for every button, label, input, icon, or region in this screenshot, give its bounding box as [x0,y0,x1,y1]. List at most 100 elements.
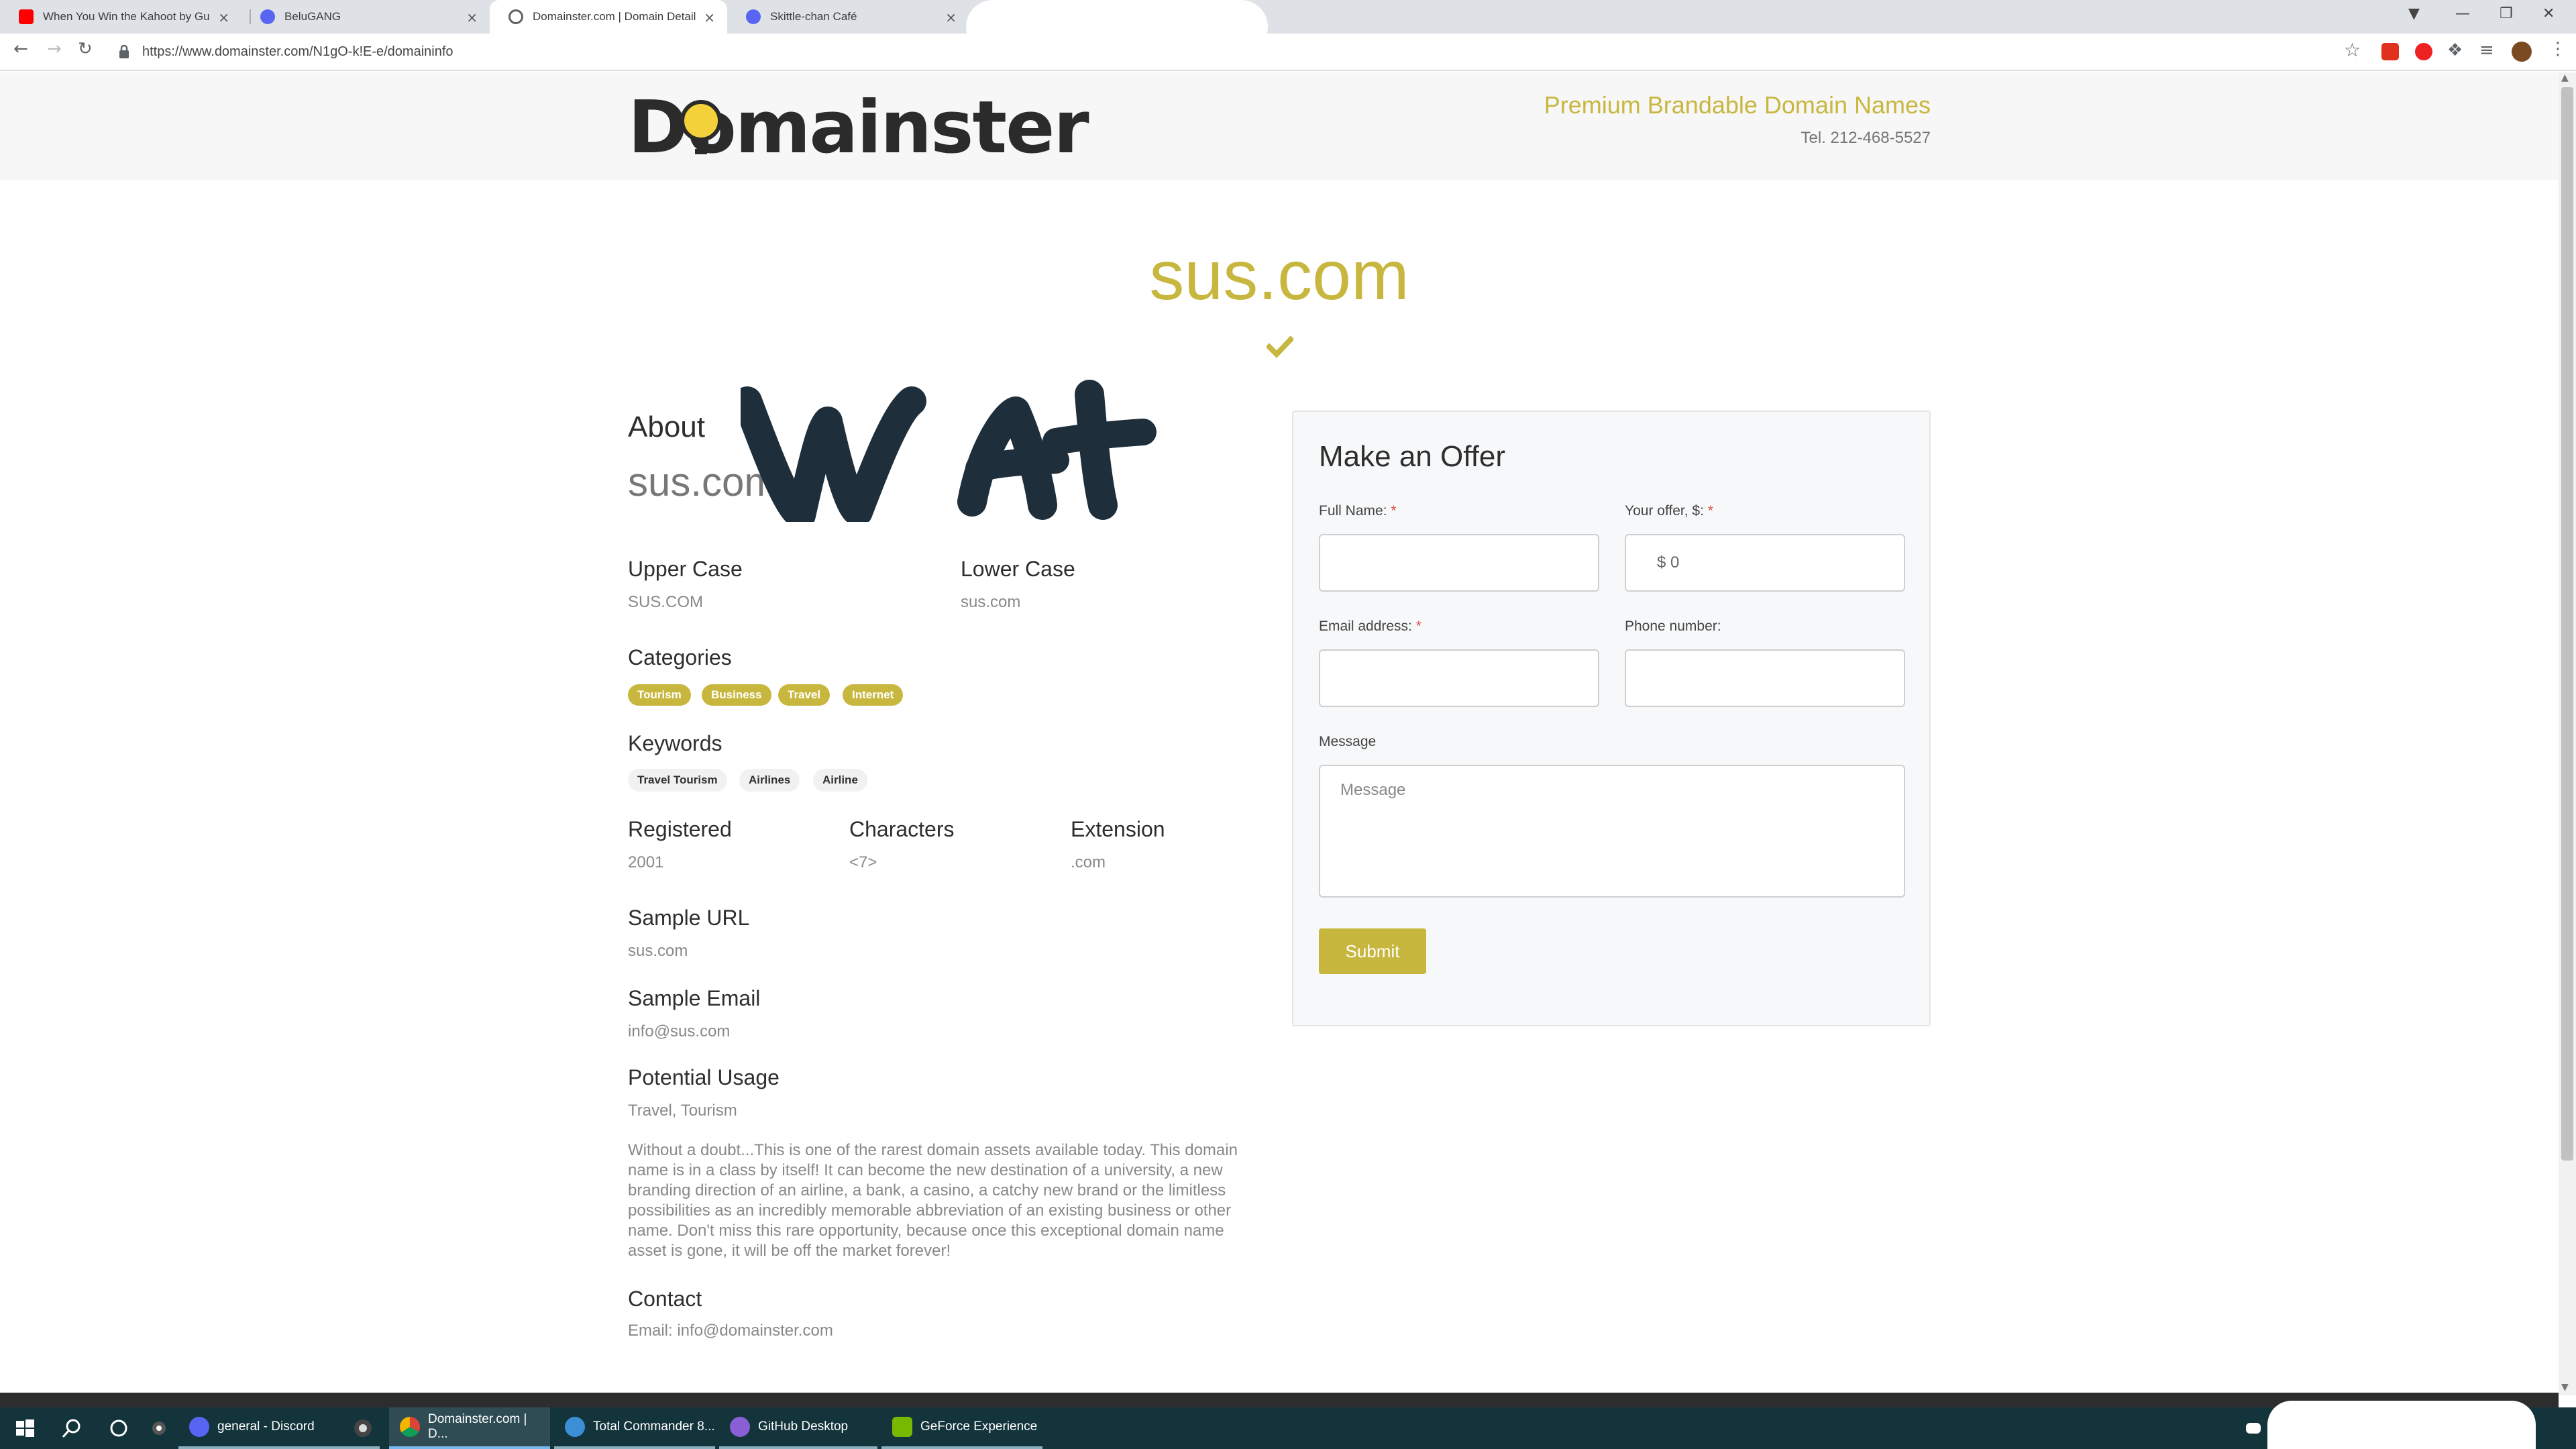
required-mark: * [1415,619,1421,634]
required-mark: * [1391,503,1397,519]
characters-label: Characters [849,817,955,841]
discord-icon [189,1417,209,1437]
categories-label: Categories [628,645,732,669]
taskbar-app-total-commander[interactable]: Total Commander 8... [554,1407,715,1449]
tab-title: BeluGANG [284,10,341,23]
taskbar-app-label: GeForce Experience [920,1419,1038,1434]
reload-icon[interactable]: ↻ [78,39,93,59]
characters-value: <7> [849,853,877,871]
category-tag[interactable]: Tourism [628,684,691,706]
close-tab-icon[interactable]: × [466,9,478,25]
site-phone: Tel. 212-468-5527 [1801,129,1931,147]
about-heading: About [628,411,705,443]
close-tab-icon[interactable]: × [218,9,229,25]
puzzle-icon[interactable]: ❖ [2447,40,2463,60]
offer-label: Your offer, $: * [1625,503,1713,519]
keyword-tag[interactable]: Travel Tourism [628,769,727,792]
sample-email-label: Sample Email [628,986,761,1010]
category-tag[interactable]: Travel [778,684,830,706]
back-icon[interactable]: ← [13,39,28,59]
potential-usage-value: Travel, Tourism [628,1102,737,1120]
tab-domainster[interactable]: Domainster.com | Domain Detail × [490,0,727,34]
search-icon[interactable] [60,1417,83,1440]
bookmark-star-icon[interactable]: ☆ [2344,39,2361,61]
sample-email-value: info@sus.com [628,1022,731,1040]
domain-description: Without a doubt...This is one of the rar… [628,1141,1238,1260]
url-input[interactable]: https://www.domainster.com/N1gO-k!E-e/do… [142,44,453,60]
tab-title: Domainster.com | Domain Detail [533,10,696,23]
close-tab-icon[interactable]: × [945,9,957,25]
windows-start-icon[interactable] [13,1417,36,1440]
discord-icon [746,9,761,24]
page-footer [0,1393,2559,1407]
extension-value: .com [1071,853,1106,871]
taskbar-app-chrome[interactable]: Domainster.com | D... [389,1407,550,1449]
site-header [0,72,2559,180]
potential-usage-label: Potential Usage [628,1065,780,1089]
tab-search-icon[interactable]: ▼ [2408,5,2420,22]
chrome-icon [400,1417,420,1437]
obs-icon[interactable] [352,1417,374,1440]
registered-value: 2001 [628,853,664,871]
adblock-icon[interactable] [2415,43,2432,60]
forward-icon[interactable]: → [47,39,62,59]
taskbar-app-discord[interactable]: general - Discord [178,1407,380,1449]
reading-list-icon[interactable]: ≡ [2479,40,2494,60]
extension-icon[interactable] [2381,43,2399,60]
tab-belugang[interactable]: BeluGANG × [241,0,490,34]
email-label-text: Email address: [1319,619,1412,634]
menu-icon[interactable]: ⋮ [2549,39,2567,59]
category-tag[interactable]: Internet [843,684,904,706]
upper-case-value: SUS.COM [628,593,704,611]
avatar[interactable] [2512,42,2532,62]
taskbar-app-label: Total Commander 8... [593,1419,715,1434]
total-commander-icon [565,1417,585,1437]
taskbar-app-label: GitHub Desktop [758,1419,849,1434]
lightbulb-icon [680,100,722,154]
full-name-label: Full Name: * [1319,503,1397,519]
keyword-tag[interactable]: Airline [813,769,867,792]
contact-label: Contact [628,1287,702,1311]
full-name-label-text: Full Name: [1319,503,1387,519]
lock-icon[interactable] [118,44,130,59]
lower-case-value: sus.com [961,593,1021,611]
email-input[interactable] [1319,649,1599,707]
tab-skittle-chan[interactable]: Skittle-chan Café × [727,0,969,34]
nvidia-icon [892,1417,912,1437]
tab-title: Skittle-chan Café [770,10,857,23]
redaction-blob [2267,1401,2536,1449]
message-textarea[interactable]: Message [1319,765,1905,898]
taskbar-app-label: Domainster.com | D... [428,1412,527,1441]
upper-case-label: Upper Case [628,557,743,581]
minimize-icon[interactable]: — [2455,5,2470,22]
message-label: Message [1319,734,1377,749]
scroll-down-icon[interactable]: ▼ [2561,1382,2569,1393]
submit-button[interactable]: Submit [1319,928,1426,974]
discord-icon [260,9,275,24]
email-label: Email address: * [1319,619,1421,635]
lower-case-label: Lower Case [961,557,1075,581]
taskbar-app-github-desktop[interactable]: GitHub Desktop [719,1407,877,1449]
close-tab-icon[interactable]: × [704,9,715,25]
tab-youtube[interactable]: When You Win the Kahoot by Gu × [0,0,241,34]
settings-icon[interactable] [148,1417,170,1440]
cortana-icon[interactable] [107,1417,130,1440]
taskbar [0,1407,2576,1449]
full-name-input[interactable] [1319,534,1599,592]
phone-input[interactable] [1625,649,1905,707]
category-tag[interactable]: Business [702,684,771,706]
keyword-tag[interactable]: Airlines [739,769,800,792]
contact-value[interactable]: Email: info@domainster.com [628,1322,833,1340]
discord-tray-icon[interactable] [2242,1417,2265,1440]
scroll-up-icon[interactable]: ▲ [2561,72,2569,83]
keywords-label: Keywords [628,731,722,755]
taskbar-app-geforce[interactable]: GeForce Experience [881,1407,1042,1449]
close-window-icon[interactable]: ✕ [2542,5,2555,22]
restore-icon[interactable]: ❐ [2500,5,2513,22]
scrollbar-thumb[interactable] [2561,87,2573,1161]
required-mark: * [1707,503,1713,519]
offer-input[interactable]: $ 0 [1625,534,1905,592]
scribble-annotation [741,380,1157,522]
offer-label-text: Your offer, $: [1625,503,1704,519]
sample-url-label: Sample URL [628,906,750,930]
